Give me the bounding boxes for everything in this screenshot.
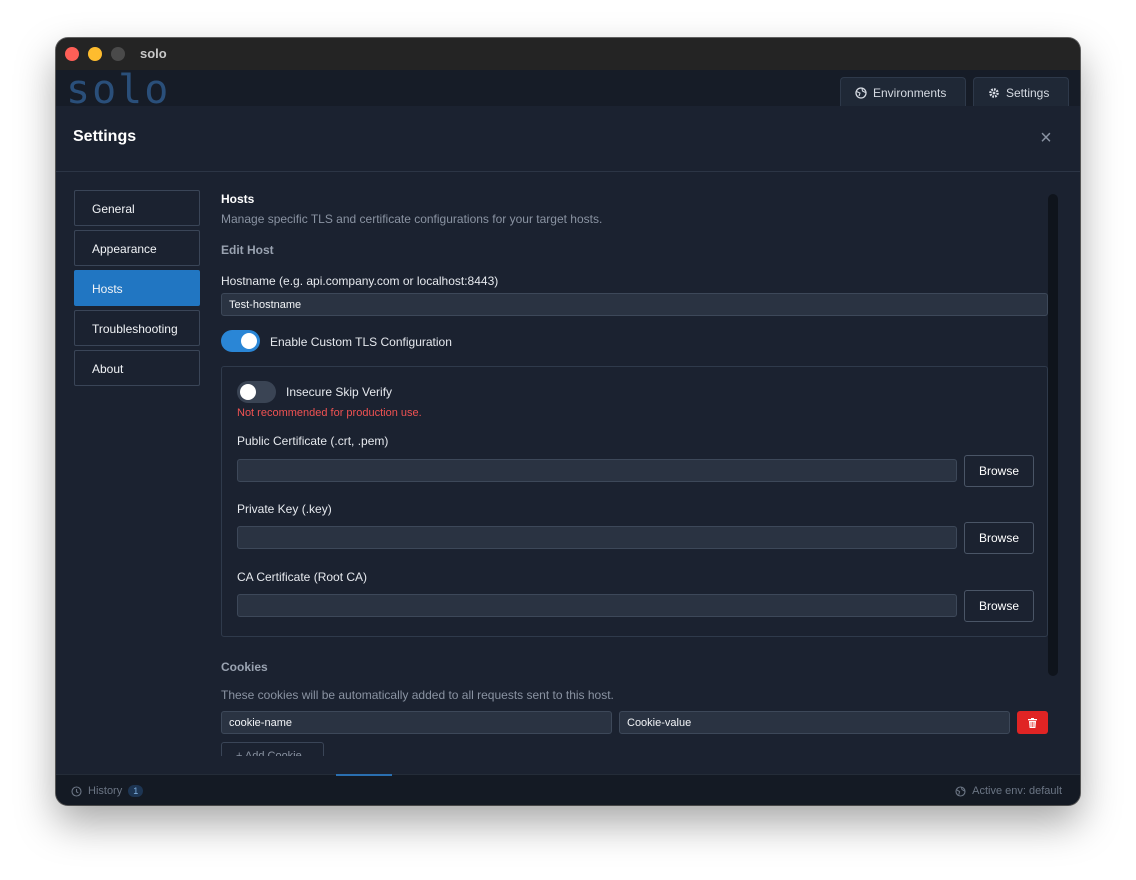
hosts-description: Manage specific TLS and certificate conf… <box>221 212 603 226</box>
insecure-skip-verify-label: Insecure Skip Verify <box>286 385 393 399</box>
environments-label: Environments <box>873 85 947 100</box>
insecure-warning: Not recommended for production use. <box>237 407 422 419</box>
globe-icon <box>955 785 966 797</box>
delete-cookie-button[interactable] <box>1017 711 1048 734</box>
globe-icon <box>855 86 867 99</box>
modal-title: Settings <box>73 128 137 145</box>
toggle-knob <box>241 333 257 349</box>
toggle-knob <box>240 384 256 400</box>
hostname-input[interactable] <box>221 293 1048 316</box>
settings-label: Settings <box>1006 85 1050 100</box>
history-label: History <box>88 785 123 797</box>
active-env-indicator: Active env: default <box>955 785 1062 797</box>
close-icon[interactable]: × <box>1036 128 1056 148</box>
window-title: solo <box>140 46 167 61</box>
ca-cert-label: CA Certificate (Root CA) <box>237 570 368 584</box>
cookie-value-input[interactable] <box>619 711 1010 734</box>
hosts-content: Hosts Manage specific TLS and certificat… <box>221 190 1048 756</box>
history-icon <box>71 785 82 797</box>
environments-button[interactable]: Environments <box>840 77 966 107</box>
history-count-badge: 1 <box>128 785 144 797</box>
ca-cert-input[interactable] <box>237 594 957 617</box>
cookies-heading: Cookies <box>221 660 268 674</box>
close-window-button[interactable] <box>65 47 79 61</box>
trash-icon <box>1028 717 1037 728</box>
public-cert-input[interactable] <box>237 459 957 482</box>
private-key-label: Private Key (.key) <box>237 502 332 516</box>
content-scrollbar[interactable] <box>1048 194 1058 676</box>
cookies-description: These cookies will be automatically adde… <box>221 688 614 702</box>
cookie-name-input[interactable] <box>221 711 612 734</box>
nav-item-about[interactable]: About <box>74 350 200 386</box>
app-header: solo Environments Settings <box>56 70 1080 107</box>
private-key-browse-button[interactable]: Browse <box>964 522 1034 554</box>
app-window: solo solo Environments Settings Settings… <box>56 38 1080 805</box>
hosts-title: Hosts <box>221 192 255 206</box>
public-cert-label: Public Certificate (.crt, .pem) <box>237 434 389 448</box>
ca-cert-browse-button[interactable]: Browse <box>964 590 1034 622</box>
app-logo: solo <box>66 72 171 106</box>
tls-config-panel: Insecure Skip Verify Not recommended for… <box>221 366 1048 637</box>
settings-button[interactable]: Settings <box>973 77 1069 107</box>
history-button[interactable]: History 1 <box>71 785 144 797</box>
status-bar: History 1 Active env: default <box>56 774 1080 805</box>
edit-host-heading: Edit Host <box>221 243 274 257</box>
nav-item-troubleshooting[interactable]: Troubleshooting <box>74 310 200 346</box>
modal-header: Settings × <box>56 106 1080 172</box>
nav-item-appearance[interactable]: Appearance <box>74 230 200 266</box>
nav-item-hosts[interactable]: Hosts <box>74 270 200 306</box>
settings-modal: Settings × General Appearance Hosts Trou… <box>56 106 1080 773</box>
custom-tls-label: Enable Custom TLS Configuration <box>270 335 452 349</box>
gear-icon <box>989 87 999 98</box>
zoom-window-button[interactable] <box>111 47 125 61</box>
add-cookie-button[interactable]: + Add Cookie <box>221 742 324 756</box>
settings-nav: General Appearance Hosts Troubleshooting… <box>74 190 200 390</box>
public-cert-browse-button[interactable]: Browse <box>964 455 1034 487</box>
private-key-input[interactable] <box>237 526 957 549</box>
custom-tls-toggle[interactable] <box>221 330 260 352</box>
hostname-label: Hostname (e.g. api.company.com or localh… <box>221 274 499 288</box>
title-bar: solo <box>56 38 1080 70</box>
active-env-label: Active env: default <box>972 785 1062 797</box>
minimize-window-button[interactable] <box>88 47 102 61</box>
insecure-skip-verify-toggle[interactable] <box>237 381 276 403</box>
status-accent <box>336 774 392 776</box>
nav-item-general[interactable]: General <box>74 190 200 226</box>
